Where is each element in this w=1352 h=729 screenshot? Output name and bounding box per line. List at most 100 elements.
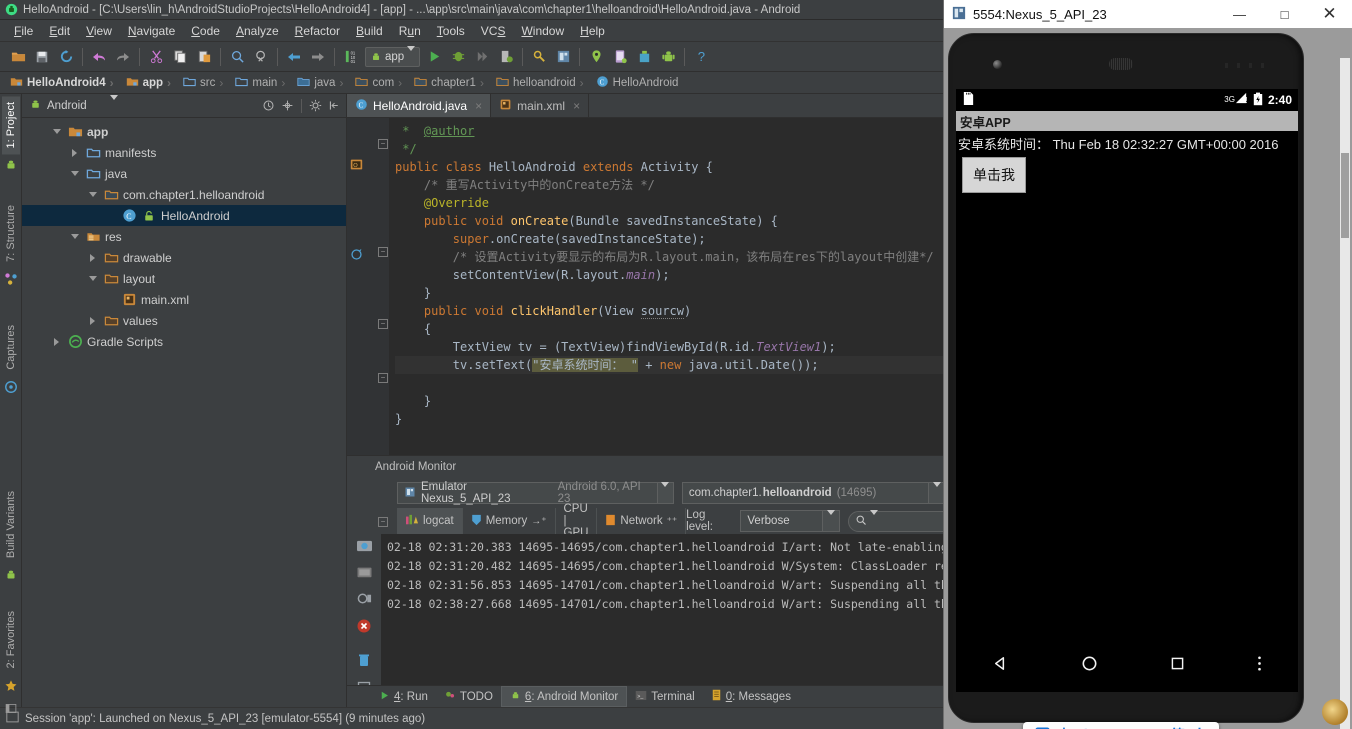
home-nav-icon[interactable] <box>1080 654 1099 673</box>
maximize-button[interactable]: □ <box>1262 0 1307 28</box>
chevron-down-icon[interactable] <box>86 192 99 197</box>
sync-project-icon[interactable] <box>54 45 78 69</box>
tab-android-monitor[interactable]: 6: Android Monitor <box>500 686 628 707</box>
breadcrumb-item-com[interactable]: com › <box>353 75 412 91</box>
chevron-down-icon[interactable] <box>68 171 81 176</box>
sdk-manager-icon[interactable] <box>527 45 551 69</box>
tab-main-xml[interactable]: main.xml × <box>491 94 590 117</box>
menu-build[interactable]: Build <box>348 22 391 40</box>
scrollbar-thumb[interactable] <box>1341 153 1349 238</box>
save-all-icon[interactable] <box>30 45 54 69</box>
trash-icon[interactable] <box>356 652 372 673</box>
run-configuration-selector[interactable]: app <box>365 46 421 67</box>
gear-icon[interactable] <box>308 98 323 113</box>
breadcrumb-item-src[interactable]: src › <box>181 75 233 91</box>
tree-item-manifests[interactable]: manifests <box>22 142 346 163</box>
cut-icon[interactable] <box>144 45 168 69</box>
overflow-nav-icon[interactable] <box>1256 654 1263 673</box>
chevron-down-icon[interactable] <box>86 276 99 281</box>
recents-nav-icon[interactable] <box>1169 655 1186 672</box>
override-marker-icon[interactable]: O <box>350 158 364 172</box>
tab-messages[interactable]: 0: Messages <box>703 686 799 707</box>
implements-marker-icon[interactable] <box>350 248 364 262</box>
editor-fold-column[interactable]: − − − − − <box>377 118 389 527</box>
chevron-right-icon[interactable] <box>86 254 99 262</box>
chevron-down-icon[interactable] <box>821 511 839 531</box>
menu-navigate[interactable]: Navigate <box>120 22 183 40</box>
menu-run[interactable]: Run <box>391 22 429 40</box>
sidebar-item-project[interactable]: 1: Project <box>1 96 20 155</box>
tab-logcat[interactable]: logcat <box>397 508 463 534</box>
paste-icon[interactable] <box>192 45 216 69</box>
tree-item-main-xml[interactable]: main.xml <box>22 289 346 310</box>
tab-memory[interactable]: Memory →⁺ <box>463 508 556 534</box>
menu-help[interactable]: Help <box>572 22 613 40</box>
sidebar-item-captures[interactable]: Captures <box>2 319 20 376</box>
device-icon[interactable] <box>608 45 632 69</box>
breadcrumb-item-main[interactable]: main › <box>233 75 295 91</box>
tab-cpu-gpu[interactable]: CPU | GPU <box>556 503 598 539</box>
sidebar-item-structure[interactable]: 7: Structure <box>2 199 20 268</box>
chevron-right-icon[interactable] <box>50 338 63 346</box>
find-replace-icon[interactable] <box>249 45 273 69</box>
sync-gradle-icon[interactable] <box>632 45 656 69</box>
location-icon[interactable] <box>584 45 608 69</box>
find-icon[interactable] <box>225 45 249 69</box>
log-level-selector[interactable]: Verbose <box>740 510 840 532</box>
fold-collapse-icon[interactable]: − <box>378 139 388 149</box>
screen-record-icon[interactable] <box>356 565 373 584</box>
debug-icon[interactable] <box>446 45 470 69</box>
fold-collapse-icon[interactable]: − <box>378 247 388 257</box>
tab-run[interactable]: 4: Run <box>371 686 436 707</box>
breadcrumb-item-chapter1[interactable]: chapter1 › <box>412 75 494 91</box>
chevron-down-icon[interactable] <box>68 234 81 239</box>
copy-icon[interactable] <box>168 45 192 69</box>
tab-todo[interactable]: TODO <box>436 686 501 707</box>
layout-inspector-icon[interactable] <box>356 591 373 611</box>
hide-panel-icon[interactable] <box>327 98 342 113</box>
tab-terminal[interactable]: >_ Terminal <box>627 686 702 707</box>
screenshot-icon[interactable] <box>356 538 373 558</box>
chevron-right-icon[interactable] <box>68 149 81 157</box>
chevron-down-icon[interactable] <box>870 515 878 527</box>
ime-simplified-label[interactable]: 简 <box>1171 725 1185 729</box>
target-icon[interactable] <box>280 98 295 113</box>
menu-window[interactable]: Window <box>513 22 572 40</box>
forward-icon[interactable] <box>306 45 330 69</box>
breadcrumb-item-java[interactable]: java › <box>295 75 353 91</box>
attach-debugger-icon[interactable] <box>494 45 518 69</box>
menu-view[interactable]: View <box>78 22 120 40</box>
tab-helloandroid-java[interactable]: C HelloAndroid.java × <box>347 94 492 117</box>
compile-icon[interactable]: 01 10 01 <box>339 45 363 69</box>
back-nav-icon[interactable] <box>991 654 1010 673</box>
breadcrumb-item-helloandroid[interactable]: helloandroid › <box>494 75 594 91</box>
process-selector[interactable]: com.chapter1. helloandroid (14695) <box>681 482 946 504</box>
terminate-icon[interactable] <box>356 618 372 639</box>
menu-code[interactable]: Code <box>183 22 228 40</box>
logcat-output[interactable]: 02-18 02:31:20.383 14695-14695/com.chapt… <box>381 534 946 685</box>
help-icon[interactable]: ? <box>689 45 713 69</box>
undo-icon[interactable] <box>87 45 111 69</box>
android-device-monitor-icon[interactable] <box>656 45 680 69</box>
tree-item-java[interactable]: java <box>22 163 346 184</box>
tab-network[interactable]: Network ⁺⁺ <box>597 508 687 534</box>
tree-item-package[interactable]: com.chapter1.helloandroid <box>22 184 346 205</box>
sidebar-item-favorites[interactable]: 2: Favorites <box>2 605 20 674</box>
emulator-scrollbar[interactable] <box>1340 58 1350 729</box>
minimize-button[interactable]: — <box>1217 0 1262 28</box>
phone-screen[interactable]: 3G ! 2:40 安卓APP 安卓系统时间： Thu Feb 18 02:32… <box>956 89 1298 634</box>
tree-item-helloandroid-class[interactable]: C HelloAndroid <box>22 205 346 226</box>
ime-chinese-label[interactable]: 中 <box>1057 725 1071 729</box>
sidebar-item-build-variants[interactable]: Build Variants <box>2 485 20 564</box>
chevron-down-icon[interactable] <box>656 483 673 503</box>
source-code[interactable]: * @author */ public class HelloAndroid e… <box>389 118 946 455</box>
tree-item-res[interactable]: res <box>22 226 346 247</box>
tree-item-layout[interactable]: layout <box>22 268 346 289</box>
tree-item-drawable[interactable]: drawable <box>22 247 346 268</box>
device-selector[interactable]: Emulator Nexus_5_API_23 Android 6.0, API… <box>397 481 674 505</box>
code-editor[interactable]: O − − − − − * @author */ public class He <box>347 118 946 527</box>
fold-collapse-icon[interactable]: − <box>378 517 388 527</box>
run-coverage-icon[interactable] <box>470 45 494 69</box>
chevron-right-icon[interactable] <box>86 317 99 325</box>
breadcrumb-item-class[interactable]: C HelloAndroid <box>594 75 687 91</box>
